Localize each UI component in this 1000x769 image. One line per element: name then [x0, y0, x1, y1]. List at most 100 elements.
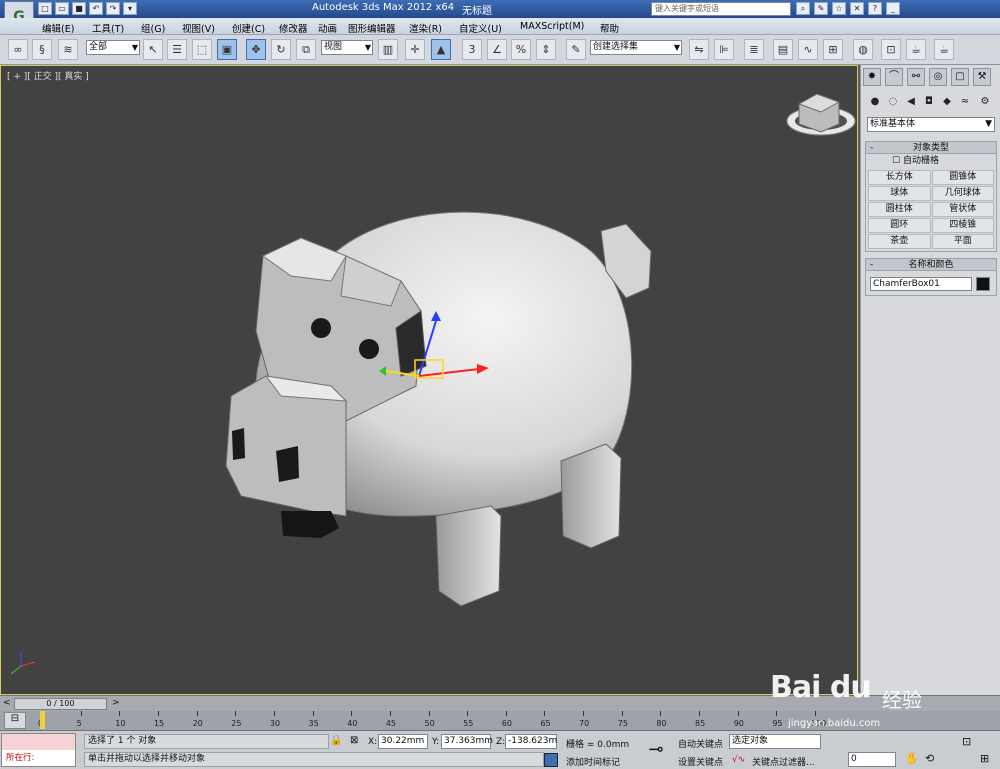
time-tag-icon[interactable]	[544, 753, 558, 767]
render-production-icon[interactable]: ☕	[934, 39, 954, 60]
z-field[interactable]: -138.623m	[505, 734, 557, 749]
spinner-snap-icon[interactable]: ⇕	[536, 39, 556, 60]
modify-tab-icon[interactable]: ⌒	[885, 68, 903, 86]
perspective-viewport[interactable]: [ + ][ 正交 ][ 真实 ]	[0, 65, 858, 695]
undo-icon[interactable]: ↶	[89, 2, 103, 15]
select-scale-icon[interactable]: ⧉	[296, 39, 316, 60]
cone-button[interactable]: 圆锥体	[931, 170, 994, 185]
pivot-center-icon[interactable]: ▥	[378, 39, 398, 60]
select-rotate-icon[interactable]: ↻	[271, 39, 291, 60]
object-color-swatch[interactable]	[976, 277, 990, 291]
object-type-header[interactable]: - 对象类型	[866, 142, 996, 154]
bind-spacewarp-icon[interactable]: ≋	[58, 39, 78, 60]
plane-button[interactable]: 平面	[931, 234, 994, 249]
key-filters-button[interactable]: 关键点过滤器...	[752, 755, 815, 768]
time-slider[interactable]: 0 / 100	[14, 698, 107, 710]
save-file-icon[interactable]: ■	[72, 2, 86, 15]
category-select[interactable]: 标准基本体 ▼	[867, 117, 995, 132]
link-icon[interactable]: ∞	[8, 39, 28, 60]
menu-edit[interactable]: 编辑(E)	[42, 21, 74, 35]
render-setup-icon[interactable]: ⊡	[881, 39, 901, 60]
shapes-icon[interactable]: ◌	[885, 93, 901, 110]
render-frame-icon[interactable]: ☕	[906, 39, 926, 60]
tools-icon[interactable]: ✎	[814, 2, 828, 15]
named-selection-select[interactable]: 创建选择集 ▼	[590, 40, 682, 55]
unlink-icon[interactable]: §	[32, 39, 52, 60]
curve-editor-icon[interactable]: ∿	[798, 39, 818, 60]
set-key-button[interactable]: 设置关键点	[678, 755, 723, 768]
menu-views[interactable]: 视图(V)	[182, 21, 215, 35]
display-tab-icon[interactable]: ▢	[951, 68, 969, 86]
lock-icon[interactable]: 🔒	[330, 735, 342, 746]
helpers-icon[interactable]: ◆	[939, 93, 955, 110]
keyboard-shortcut-icon[interactable]: ▲	[431, 39, 451, 60]
hierarchy-tab-icon[interactable]: ⚯	[907, 68, 925, 86]
pan-hand-icon[interactable]: ✋	[905, 752, 919, 765]
autogrid-checkbox[interactable]: ☐ 自动栅格	[866, 154, 996, 168]
layer-manager-icon[interactable]: ≣	[744, 39, 764, 60]
menu-group[interactable]: 组(G)	[141, 21, 165, 35]
key-icon[interactable]: ⊸	[640, 736, 672, 766]
prev-frame-icon[interactable]: <	[3, 698, 11, 708]
mini-curve-editor-icon[interactable]: ⊟	[4, 712, 26, 729]
menu-customize[interactable]: 自定义(U)	[459, 21, 502, 35]
menu-maxscript[interactable]: MAXScript(M)	[520, 21, 584, 32]
zoom-extents-icon[interactable]: ⊡	[962, 735, 971, 748]
teapot-button[interactable]: 茶壶	[868, 234, 931, 249]
menu-modifiers[interactable]: 修改器	[279, 21, 308, 35]
current-frame-marker[interactable]	[40, 711, 45, 729]
menu-tools[interactable]: 工具(T)	[92, 21, 124, 35]
next-frame-icon[interactable]: >	[112, 698, 120, 708]
orbit-icon[interactable]: ⟲	[925, 752, 934, 765]
select-by-name-icon[interactable]: ☰	[167, 39, 187, 60]
schematic-view-icon[interactable]: ⊞	[823, 39, 843, 60]
add-time-tag[interactable]: 添加时间标记	[566, 755, 620, 768]
menu-help[interactable]: 帮助	[600, 21, 619, 35]
edit-named-selection-icon[interactable]: ✎	[566, 39, 586, 60]
y-field[interactable]: 37.363mm	[441, 734, 493, 749]
track-bar[interactable]: ⊟ 05101520253035404550556065707580859095…	[0, 711, 1000, 731]
open-file-icon[interactable]: ▭	[55, 2, 69, 15]
dropdown-arrow-icon[interactable]: ▾	[123, 2, 137, 15]
geometry-icon[interactable]: ●	[867, 93, 883, 110]
cameras-icon[interactable]: ◘	[921, 93, 937, 110]
binoculars-icon[interactable]: ⌕	[796, 2, 810, 15]
align-icon[interactable]: ⊫	[714, 39, 734, 60]
mirror-icon[interactable]: ⇋	[689, 39, 709, 60]
box-button[interactable]: 长方体	[868, 170, 931, 185]
menu-graph-editors[interactable]: 图形编辑器	[348, 21, 396, 35]
auto-key-button[interactable]: 自动关键点	[678, 737, 723, 750]
select-move-icon[interactable]: ✥	[246, 39, 266, 60]
tube-button[interactable]: 管状体	[931, 202, 994, 217]
lights-icon[interactable]: ◀	[903, 93, 919, 110]
motion-tab-icon[interactable]: ◎	[929, 68, 947, 86]
maximize-viewport-icon[interactable]: ⊞	[980, 752, 989, 765]
close-icon[interactable]: ✕	[850, 2, 864, 15]
angle-snap-icon[interactable]: ∠	[487, 39, 507, 60]
name-color-header[interactable]: - 名称和颜色	[866, 259, 996, 271]
search-input[interactable]: 键入关键字或短语	[651, 2, 791, 16]
geosphere-button[interactable]: 几何球体	[931, 186, 994, 201]
select-manipulate-icon[interactable]: ✛	[405, 39, 425, 60]
percent-snap-icon[interactable]: %	[511, 39, 531, 60]
help-icon[interactable]: ?	[868, 2, 882, 15]
key-target-select[interactable]: 选定对象	[729, 734, 821, 749]
create-tab-icon[interactable]: ✸	[863, 68, 881, 86]
rect-selection-icon[interactable]: ⬚	[192, 39, 212, 60]
view-cube[interactable]	[786, 93, 856, 136]
material-editor-icon[interactable]: ◍	[853, 39, 873, 60]
menu-rendering[interactable]: 渲染(R)	[409, 21, 442, 35]
x-field[interactable]: 30.22mm	[378, 734, 428, 749]
graphite-ribbon-icon[interactable]: ▤	[773, 39, 793, 60]
redo-icon[interactable]: ↷	[106, 2, 120, 15]
cylinder-button[interactable]: 圆柱体	[868, 202, 931, 217]
window-crossing-icon[interactable]: ▣	[217, 39, 237, 60]
torus-button[interactable]: 圆环	[868, 218, 931, 233]
pyramid-button[interactable]: 四棱锥	[931, 218, 994, 233]
utilities-tab-icon[interactable]: ⚒	[973, 68, 991, 86]
spacewarps-icon[interactable]: ≈	[957, 93, 973, 110]
minimize-icon[interactable]: _	[886, 2, 900, 15]
star-icon[interactable]: ☆	[832, 2, 846, 15]
ref-coord-select[interactable]: 视图 ▼	[321, 40, 373, 55]
menu-create[interactable]: 创建(C)	[232, 21, 265, 35]
